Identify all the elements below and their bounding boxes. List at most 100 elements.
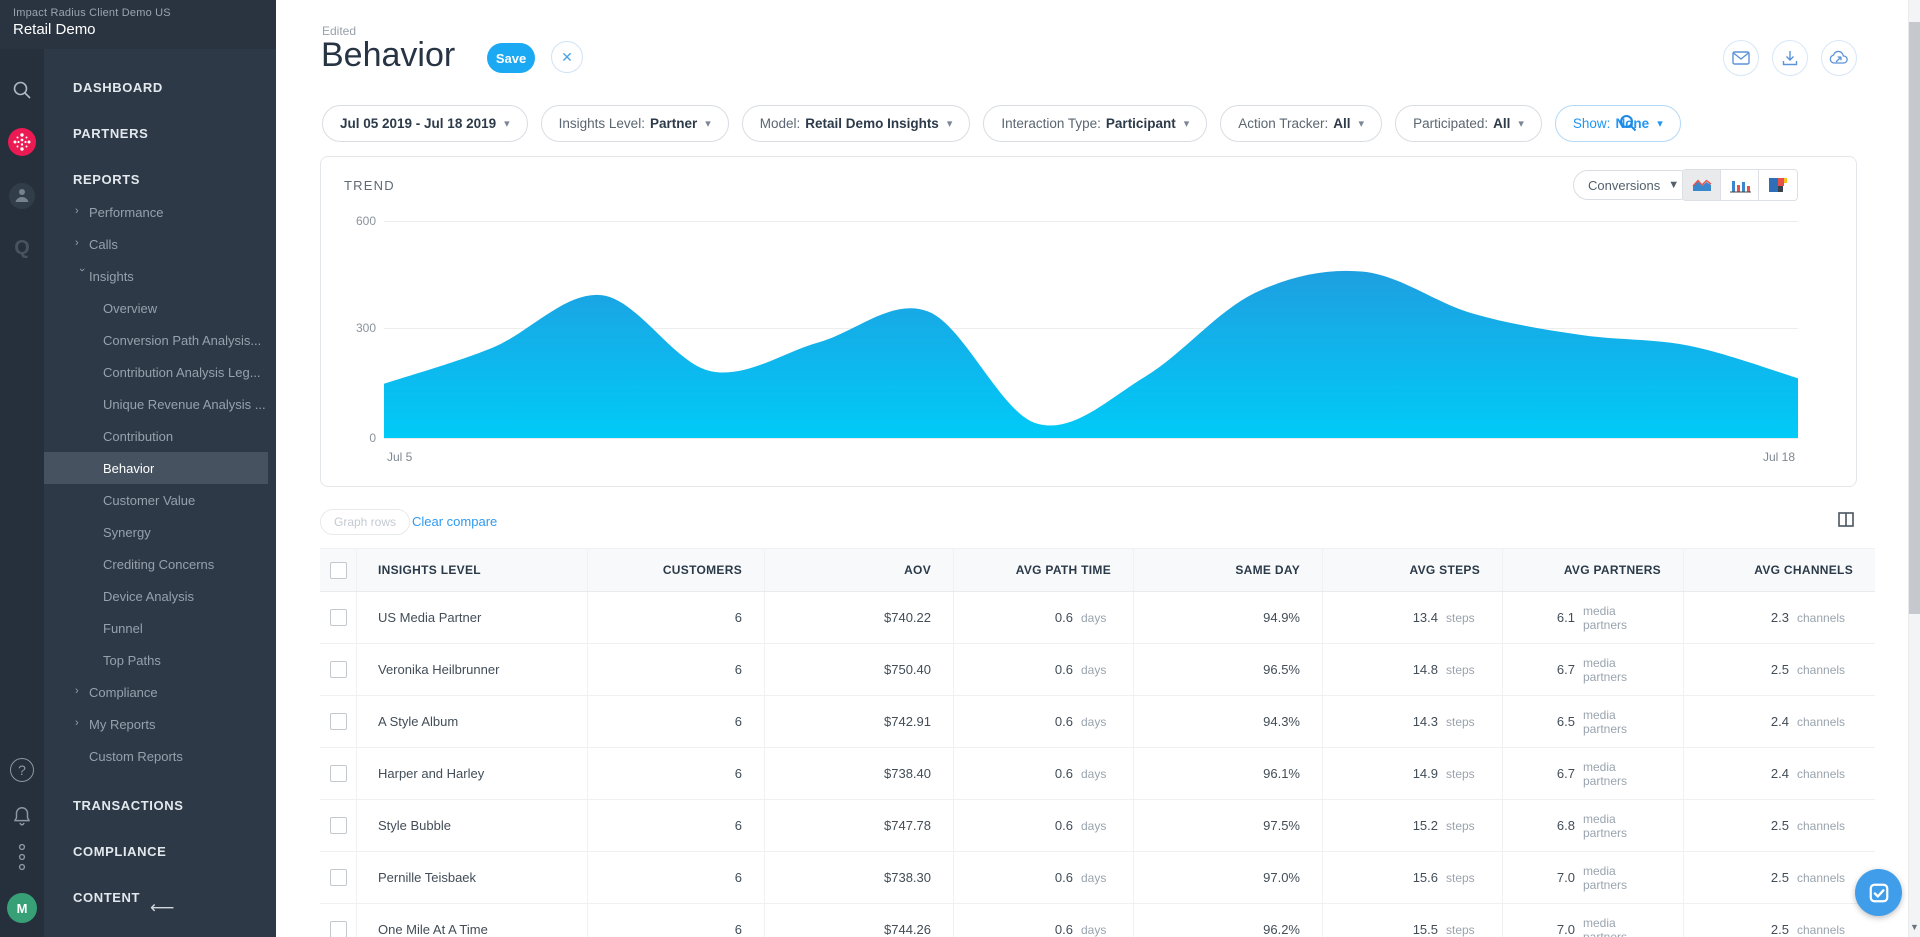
cell-unit: steps [1446,923,1480,937]
sidebar-item-contribution-analysis-leg[interactable]: Contribution Analysis Leg... [44,356,276,388]
cell-value: 14.3 [1413,714,1438,729]
graph-rows-button[interactable]: Graph rows [320,509,410,535]
cell-avg_steps: 14.3steps [1323,696,1503,747]
row-checkbox[interactable] [330,869,347,886]
cell-value: 6 [735,922,742,937]
cell-value: 0.6 [1055,818,1073,833]
sidebar-item-label: Conversion Path Analysis... [103,333,261,348]
sidebar-item-dashboard[interactable]: DASHBOARD [44,64,276,110]
cell-unit: days [1081,715,1111,729]
sidebar-item-compliance[interactable]: COMPLIANCE [44,828,276,874]
contacts-icon [8,182,36,210]
rail-search-button[interactable] [0,75,44,105]
chart-type-area[interactable] [1683,170,1721,200]
cell-value: $747.78 [884,818,931,833]
row-checkbox[interactable] [330,609,347,626]
sidebar-item-conversion-path-analysis[interactable]: Conversion Path Analysis... [44,324,276,356]
filter-participated[interactable]: Participated:All▾ [1395,105,1542,142]
sidebar-item-label: Synergy [103,525,151,540]
cell-aov: $742.91 [765,696,954,747]
filter-jul-05-2019-jul-18-2019[interactable]: Jul 05 2019 - Jul 18 2019 ▾ [322,105,528,142]
chart-type-mosaic[interactable] [1759,170,1797,200]
column-picker-button[interactable] [1838,512,1854,532]
select-all-checkbox[interactable] [330,562,347,579]
sidebar-item-behavior[interactable]: Behavior [44,452,268,484]
help-button[interactable]: ? [0,755,44,785]
filter-action-tracker[interactable]: Action Tracker:All▾ [1220,105,1382,142]
sidebar-item-device-analysis[interactable]: Device Analysis [44,580,276,612]
filter-label: Model: [760,116,801,131]
tasks-fab-button[interactable] [1855,869,1902,916]
sidebar-item-customer-value[interactable]: Customer Value [44,484,276,516]
sidebar-item-performance[interactable]: ›Performance [44,196,276,228]
discard-changes-button[interactable]: ✕ [551,41,583,73]
download-report-button[interactable] [1772,40,1808,76]
cell-value: 6.5 [1557,714,1575,729]
filter-label: Interaction Type: [1001,116,1101,131]
scrollbar-down-arrow[interactable]: ▼ [1910,922,1919,932]
cell-value: 0.6 [1055,714,1073,729]
filter-interaction-type[interactable]: Interaction Type:Participant▾ [983,105,1207,142]
scheduled-export-button[interactable] [1821,40,1857,76]
scrollbar-thumb[interactable] [1909,22,1920,614]
sidebar-item-crediting-concerns[interactable]: Crediting Concerns [44,548,276,580]
icon-rail: Q ? M [0,49,44,937]
trend-area-chart[interactable] [384,221,1798,438]
checkbox-check-icon [1868,882,1890,904]
sidebar-item-contribution[interactable]: Contribution [44,420,276,452]
filter-value: Jul 05 2019 - Jul 18 2019 [340,116,496,131]
q-app-button[interactable]: Q [0,233,44,263]
sidebar-item-label: Insights [89,269,134,284]
row-checkbox[interactable] [330,921,347,937]
cell-value: US Media Partner [378,610,481,625]
contacts-button[interactable] [0,181,44,211]
sidebar-item-insights[interactable]: ›Insights [44,260,276,292]
cloud-export-icon [1829,50,1849,66]
row-checkbox[interactable] [330,713,347,730]
sidebar-item-top-paths[interactable]: Top Paths [44,644,276,676]
table-search-button[interactable] [1609,104,1647,142]
sidebar-item-calls[interactable]: ›Calls [44,228,276,260]
workspace-name: Retail Demo [13,21,276,38]
cell-checkbox [320,748,357,799]
axis-baseline [384,438,1798,439]
cell-value: 97.5% [1263,818,1300,833]
sidebar-item-my-reports[interactable]: ›My Reports [44,708,276,740]
chevron-collapsed-icon: › [75,237,89,249]
cell-avg_path_time: 0.6 days [954,696,1134,747]
cell-customers: 6 [588,800,765,851]
sidebar-nav: DASHBOARDPARTNERSREPORTS›Performance›Cal… [44,49,276,937]
metric-dropdown[interactable]: Conversions ▼ [1573,170,1694,200]
sidebar-item-compliance[interactable]: ›Compliance [44,676,276,708]
collapse-sidebar-icon[interactable]: ⟵ [150,898,174,918]
sidebar-item-overview[interactable]: Overview [44,292,276,324]
row-checkbox[interactable] [330,817,347,834]
cell-unit: media partners [1583,864,1661,892]
impact-logo-button[interactable] [0,127,44,157]
sidebar-item-custom-reports[interactable]: Custom Reports [44,740,276,772]
cell-avg_partners: 7.0media partners [1503,904,1684,937]
notifications-button[interactable] [0,801,44,831]
filter-model[interactable]: Model:Retail Demo Insights▾ [742,105,971,142]
cell-value: 6.7 [1557,662,1575,677]
sidebar-item-transactions[interactable]: TRANSACTIONS [44,782,276,828]
sidebar-item-funnel[interactable]: Funnel [44,612,276,644]
filter-insights-level[interactable]: Insights Level:Partner▾ [541,105,729,142]
sidebar-item-synergy[interactable]: Synergy [44,516,276,548]
user-avatar[interactable]: M [0,892,44,924]
cell-unit: channels [1797,663,1853,677]
row-checkbox[interactable] [330,661,347,678]
email-report-button[interactable] [1723,40,1759,76]
cell-insights_level: Style Bubble [357,800,588,851]
avatar-initial: M [7,893,37,923]
chevron-down-icon: ▾ [504,117,510,130]
chart-type-bar[interactable] [1721,170,1759,200]
more-options-button[interactable] [0,841,44,875]
account-switcher[interactable]: Impact Radius Client Demo US Retail Demo [0,0,276,49]
clear-compare-link[interactable]: Clear compare [412,514,497,529]
row-checkbox[interactable] [330,765,347,782]
sidebar-item-partners[interactable]: PARTNERS [44,110,276,156]
save-button[interactable]: Save [487,43,535,73]
sidebar-item-label: Crediting Concerns [103,557,214,572]
sidebar-item-unique-revenue-analysis[interactable]: Unique Revenue Analysis ... [44,388,276,420]
